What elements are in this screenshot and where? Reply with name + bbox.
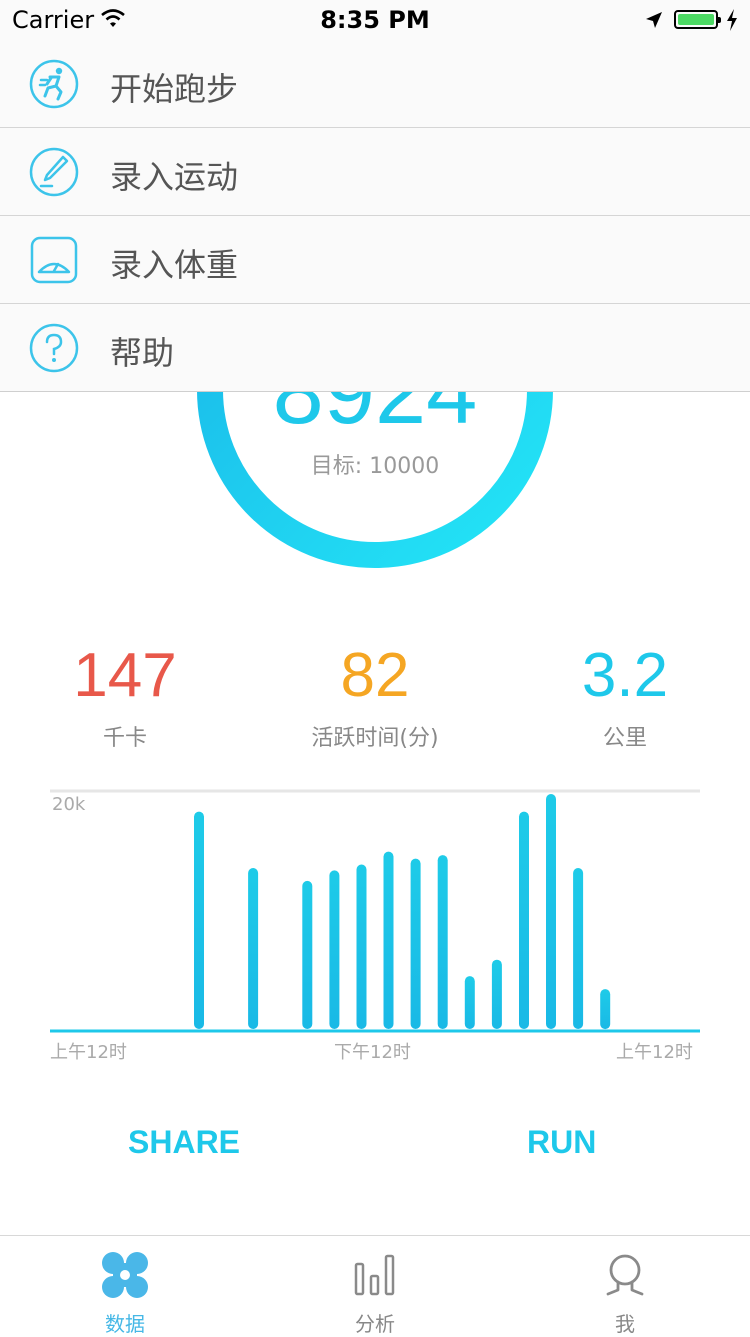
pencil-icon xyxy=(29,147,79,197)
battery-icon xyxy=(674,10,721,29)
analysis-icon xyxy=(354,1254,395,1296)
chart-xlabel-end: 上午12时 xyxy=(616,1042,693,1063)
hourly-steps-chart: 20k 上午12时 下午12时 上午12时 xyxy=(0,780,750,1080)
tab-label: 分析 xyxy=(355,1312,395,1336)
tab-analysis[interactable]: 分析 xyxy=(250,1236,500,1336)
question-icon xyxy=(29,323,79,373)
run-button[interactable]: RUN xyxy=(527,1124,596,1161)
chart-ymax-label: 20k xyxy=(52,794,86,815)
chart-bar xyxy=(546,794,556,1029)
menu-item-label: 帮助 xyxy=(110,334,175,372)
chart-canvas xyxy=(50,789,700,1033)
menu-item-label: 录入体重 xyxy=(110,246,239,284)
location-arrow-icon xyxy=(646,12,662,28)
menu-item-start-run[interactable]: 开始跑步 xyxy=(0,40,750,128)
tab-bar: 数据 分析 我 xyxy=(0,1235,750,1336)
chart-xlabel-noon: 下午12时 xyxy=(334,1042,411,1063)
tab-data[interactable]: 数据 xyxy=(0,1236,250,1336)
chart-bar xyxy=(573,868,584,1029)
tab-label: 数据 xyxy=(105,1312,145,1336)
share-button[interactable]: SHARE xyxy=(128,1124,240,1161)
chart-bar xyxy=(383,851,394,1029)
status-bar: Carrier 8:35 PM xyxy=(0,0,750,40)
chart-bar xyxy=(329,870,340,1029)
menu-item-log-weight[interactable]: 录入体重 xyxy=(0,216,750,304)
chart-bar xyxy=(519,811,529,1029)
tab-label: 我 xyxy=(615,1312,635,1336)
chart-bar xyxy=(356,864,367,1029)
tab-me[interactable]: 我 xyxy=(500,1236,750,1336)
chart-xlabel-start: 上午12时 xyxy=(50,1042,127,1063)
active-time-value: 82 xyxy=(340,641,410,710)
chart-bar xyxy=(464,976,475,1029)
distance-stat: 3.2 公里 xyxy=(500,640,750,752)
menu-item-label: 录入运动 xyxy=(110,158,239,196)
clock: 8:35 PM xyxy=(320,6,430,34)
chart-bar xyxy=(410,858,421,1029)
chart-bar xyxy=(437,855,448,1029)
chart-bar xyxy=(491,959,502,1029)
calories-value: 147 xyxy=(73,641,177,710)
data-icon xyxy=(102,1252,148,1298)
charging-icon xyxy=(727,9,737,31)
menu-item-help[interactable]: 帮助 xyxy=(0,304,750,391)
calories-stat: 147 千卡 xyxy=(0,640,250,752)
menu-item-label: 开始跑步 xyxy=(110,70,239,108)
active-time-stat: 82 活跃时间(分) xyxy=(250,640,500,752)
active-time-unit: 活跃时间(分) xyxy=(311,726,439,751)
chart-bar xyxy=(194,811,204,1029)
chart-bar xyxy=(302,880,313,1029)
menu-item-log-exercise[interactable]: 录入运动 xyxy=(0,128,750,216)
distance-unit: 公里 xyxy=(602,726,647,751)
chart-bar xyxy=(600,989,611,1030)
distance-value: 3.2 xyxy=(581,641,669,710)
chart-bar xyxy=(248,868,259,1029)
quick-action-menu: 开始跑步 录入运动 录入体重 帮助 xyxy=(0,40,750,392)
runner-icon xyxy=(29,59,79,109)
step-goal: 目标: 10000 xyxy=(310,454,440,479)
profile-icon xyxy=(606,1254,644,1296)
calories-unit: 千卡 xyxy=(102,726,147,751)
scale-icon xyxy=(30,236,78,284)
